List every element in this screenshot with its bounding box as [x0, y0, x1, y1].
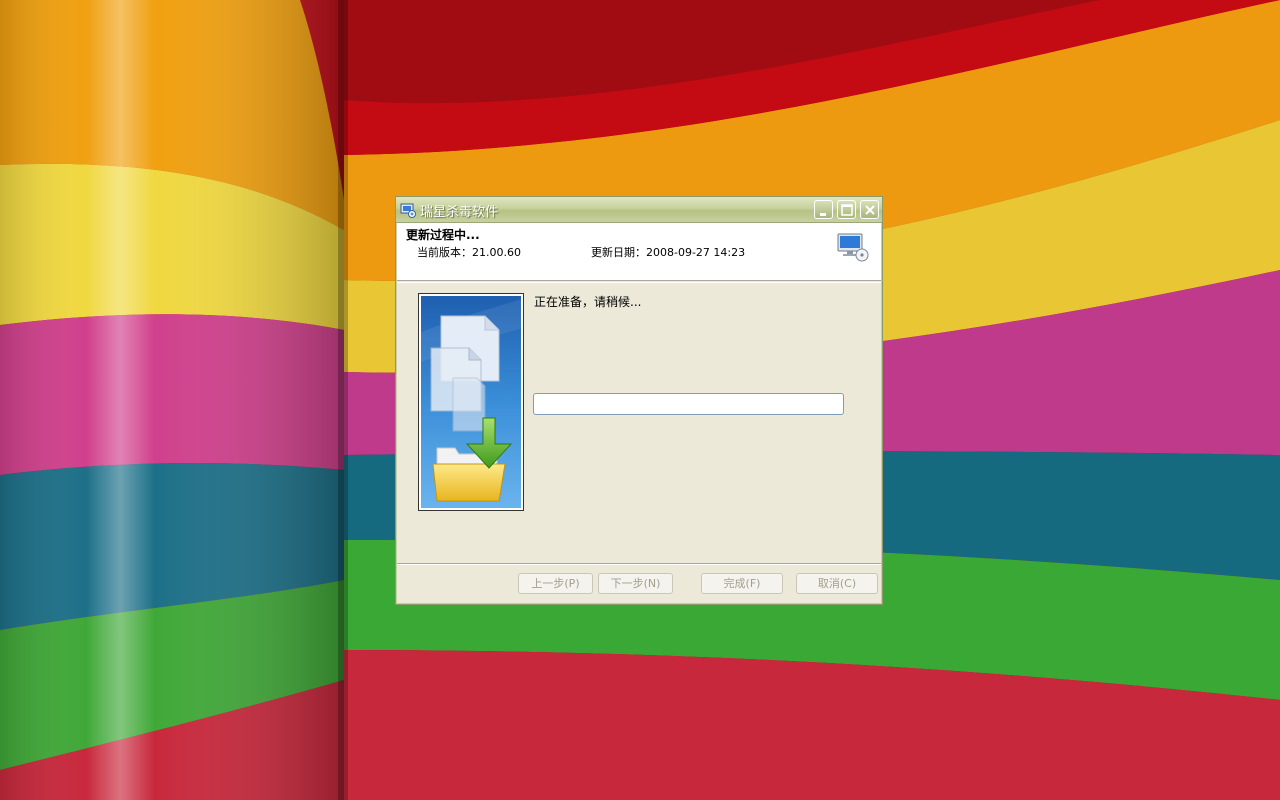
maximize-icon: [841, 204, 853, 216]
footer-divider: [397, 563, 881, 565]
header-title: 更新过程中...: [406, 228, 480, 242]
update-dialog-window: 瑞星杀毒软件 更新过程中... 当前版本：21.00.60 更新日期：2008-…: [395, 196, 883, 605]
header-panel: 更新过程中... 当前版本：21.00.60 更新日期：2008-09-27 1…: [397, 223, 881, 281]
window-titlebar[interactable]: 瑞星杀毒软件: [396, 197, 882, 223]
cancel-button[interactable]: 取消(C): [796, 573, 878, 594]
minimize-icon: [820, 213, 826, 216]
maximize-button[interactable]: [837, 200, 856, 219]
finish-button[interactable]: 完成(F): [701, 573, 783, 594]
computer-update-icon: [836, 233, 870, 263]
status-message: 正在准备，请稍候...: [534, 295, 642, 309]
current-version-label: 当前版本：21.00.60: [417, 246, 521, 259]
rising-antivirus-icon: [400, 202, 416, 218]
update-date-label: 更新日期：2008-09-27 14:23: [591, 246, 746, 259]
update-progress-bar: [533, 393, 844, 415]
close-icon: [865, 205, 875, 215]
minimize-button[interactable]: [814, 200, 833, 219]
previous-step-button[interactable]: 上一步(P): [518, 573, 593, 594]
window-title: 瑞星杀毒软件: [420, 205, 499, 220]
close-button[interactable]: [860, 200, 879, 219]
update-illustration: [418, 293, 524, 511]
next-step-button[interactable]: 下一步(N): [598, 573, 673, 594]
header-divider: [397, 282, 881, 283]
download-files-to-folder-illustration: [421, 296, 521, 508]
